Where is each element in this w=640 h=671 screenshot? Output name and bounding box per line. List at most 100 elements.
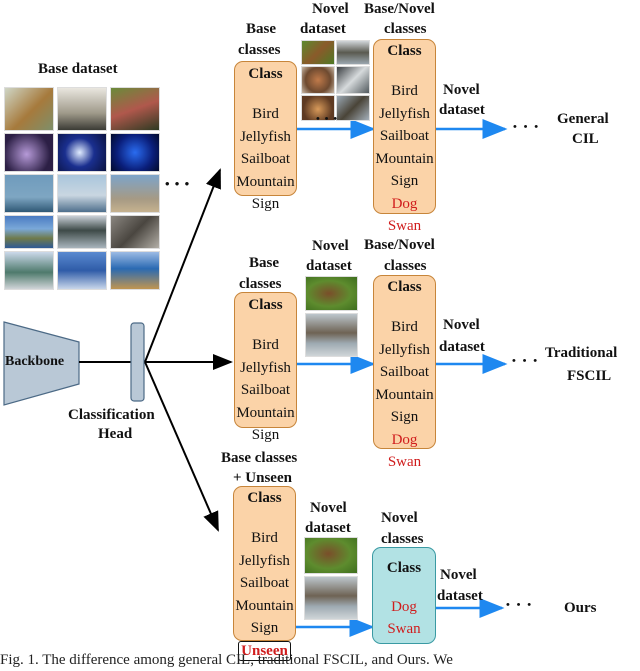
base-image-mountain-1 [4,215,54,249]
row2-method-line1: Traditional [545,345,618,361]
figure-caption: Fig. 1. The difference among general CIL… [0,652,453,668]
head-label-line1: Classification [68,407,155,423]
row2-method-line2: FSCIL [567,368,612,384]
class-item: Mountain [235,597,294,614]
row1-combined-class-box: Class Bird Jellyfish Sailboat Mountain S… [373,39,436,234]
class-item: Sailboat [379,128,430,144]
class-item: Bird [251,530,278,546]
class-item: Sign [251,427,280,443]
base-image-bird-1 [4,87,54,131]
row2-combined-label-line2: classes [384,258,427,274]
row2-base-class-box: Class Bird Jellyfish Sailboat Mountain S… [234,292,297,443]
row1-base-label-line2: classes [238,42,281,58]
class-item: Sailboat [379,364,430,380]
class-item: Bird [252,106,279,122]
row3-next-label-line1: Novel [440,567,477,583]
row1-novel-image-bird-splash [336,66,370,94]
row3-novel-label-line2: dataset [305,520,351,536]
row3-base-class-title: Class [247,490,282,506]
row1-combined-label-line2: classes [384,21,427,37]
row2-combined-class-title: Class [387,279,422,295]
base-image-sign-1 [4,251,54,290]
base-image-bird-2 [57,87,107,131]
row1-combined-label-line1: Base/Novel [364,1,435,17]
class-item: Mountain [236,173,295,190]
base-dataset-ellipsis: • • • [165,176,191,191]
row2-novel-image-dog [305,276,358,311]
row3-combined-label-line1: Novel [381,510,418,526]
row1-next-label-line1: Novel [443,82,480,98]
row2-combined-class-box: Class Bird Jellyfish Sailboat Mountain S… [373,275,436,470]
base-image-bird-3 [110,87,160,131]
row2-base-class-title: Class [248,297,283,313]
base-dataset-label: Base dataset [38,61,118,77]
row1-novel-image-poodle [301,66,335,94]
row1-combined-class-title: Class [387,43,422,59]
base-image-sailboat-3 [110,174,160,213]
row1-novel-label-line2: dataset [300,21,346,37]
row3-novel-class-box: Class Dog Swan [372,547,436,644]
row3-novel-class-title: Class [386,560,422,576]
row3-base-class-box: Class Bird Jellyfish Sailboat Mountain S… [233,486,296,661]
class-item: Sign [250,620,279,636]
novel-class-item: Dog [391,598,417,615]
row1-next-label-line2: dataset [439,102,485,118]
row1-novel-image-geese [336,40,370,65]
base-image-sign-2 [57,251,107,290]
row3-base-label-line1: Base classes [221,450,298,466]
classification-head-shape [130,322,145,402]
row2-next-label-line1: Novel [443,317,480,333]
backbone-label: Backbone [5,354,65,369]
row1-base-label-line1: Base [246,21,276,37]
class-item: Jellyfish [240,128,291,145]
row2-novel-label-line2: dataset [306,258,352,274]
class-item: Bird [391,83,418,99]
class-item: Mountain [236,404,295,421]
novel-class-item: Swan [387,218,422,234]
head-label-line2: Head [98,426,133,442]
base-image-sign-3 [110,251,160,290]
base-image-sailboat-2 [57,174,107,213]
row1-novel-ellipsis: • • • [316,113,339,125]
base-image-jellyfish-2 [57,133,107,172]
class-item: Sign [251,196,280,212]
base-image-jellyfish-1 [4,133,54,172]
row1-novel-label-line1: Novel [312,1,349,17]
row3-next-label-line2: dataset [437,588,483,604]
row2-novel-image-goose [305,313,358,357]
row3-novel-label-line1: Novel [310,500,347,516]
row3-method-line1: Ours [564,600,597,616]
novel-class-item: Dog [391,195,418,212]
class-item: Sign [390,409,419,425]
row1-novel-image-dog [301,40,335,65]
class-item: Mountain [375,386,434,403]
base-image-mountain-3 [110,215,160,249]
row2-base-label-line1: Base [249,255,279,271]
row3-flow-ellipsis: • • • [506,599,534,611]
base-image-sailboat-1 [4,174,54,213]
row3-novel-image-dog [304,537,358,574]
class-item: Bird [391,319,418,335]
row1-novel-image-duck [336,95,370,121]
row1-method-line2: CIL [572,131,599,147]
row2-next-label-line2: dataset [439,339,485,355]
row1-flow-ellipsis: • • • [513,121,541,133]
novel-class-item: Swan [387,454,422,470]
row3-novel-image-goose [304,576,358,620]
novel-class-item: Dog [391,431,418,448]
class-item: Jellyfish [379,105,430,122]
class-item: Mountain [375,150,434,167]
row2-flow-ellipsis: • • • [512,355,540,367]
novel-class-item: Swan [387,621,421,637]
row1-base-class-title: Class [248,66,283,82]
row2-novel-label-line1: Novel [312,238,349,254]
class-item: Sailboat [240,382,291,398]
branch-arrow-ours [144,361,219,532]
class-item: Jellyfish [240,359,291,376]
class-item: Jellyfish [239,552,290,569]
row1-base-class-box: Class Bird Jellyfish Sailboat Mountain S… [234,61,297,212]
row1-method-line1: General [557,111,609,127]
base-image-mountain-2 [57,215,107,249]
class-item: Sign [390,173,419,189]
class-item: Sailboat [240,151,291,167]
